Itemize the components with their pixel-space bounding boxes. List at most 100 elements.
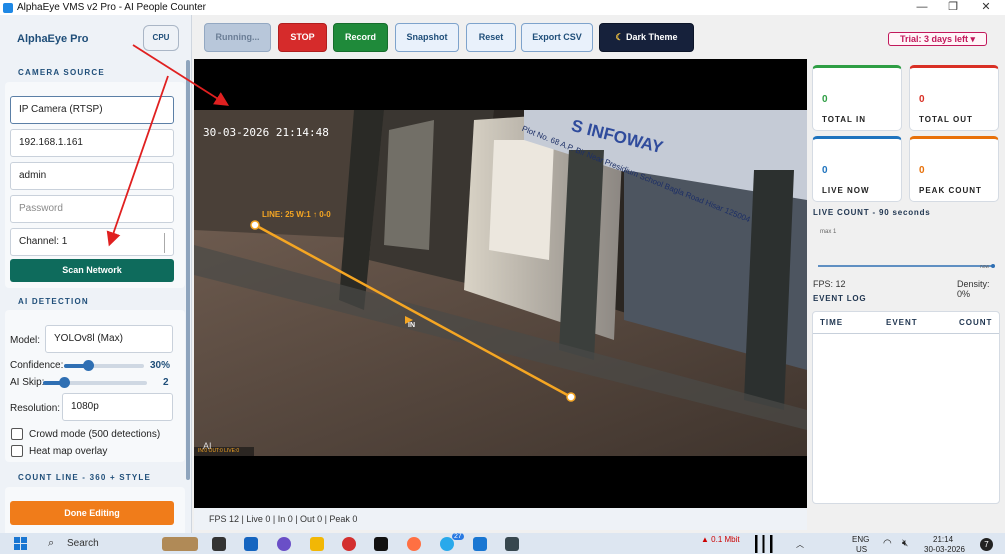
total-in-value: 0	[822, 94, 828, 105]
live-count-line	[818, 264, 995, 268]
widgets-icon[interactable]	[244, 537, 258, 551]
ai-skip-thumb[interactable]	[58, 377, 70, 388]
tradingview-icon[interactable]	[374, 537, 388, 551]
windows-taskbar: ⌕ Search 27 ▲ 0.1 Mbit ︿ ENG US ◠ 🔇︎ 21:…	[0, 533, 1005, 554]
close-button[interactable]: ✕	[972, 0, 1000, 15]
chevron-up-icon[interactable]: ︿	[796, 539, 804, 550]
minimize-button[interactable]: —	[908, 0, 936, 15]
channel-value: Channel: 1	[19, 236, 68, 247]
channel-spinbox[interactable]: Channel: 1	[10, 228, 174, 256]
overlay-counts: IN:0 OUT:0 LIVE:0	[198, 448, 240, 454]
clock-date[interactable]: 30-03-2026	[924, 545, 965, 554]
spinner-arrows[interactable]	[164, 233, 172, 253]
snapshot-button[interactable]: Snapshot	[395, 23, 459, 52]
ai-skip-label: AI Skip:	[10, 377, 45, 388]
window-title: AlphaEye VMS v2 Pro - AI People Counter	[17, 2, 206, 13]
status-bar: FPS 12 | Live 0 | In 0 | Out 0 | Peak 0	[194, 508, 807, 530]
crowd-mode-checkbox-row[interactable]: Crowd mode (500 detections)	[10, 428, 174, 442]
window-title-bar: AlphaEye VMS v2 Pro - AI People Counter …	[0, 0, 1005, 15]
scan-network-button[interactable]: Scan Network	[10, 259, 174, 282]
ai-skip-slider[interactable]	[43, 377, 147, 388]
username-field[interactable]: admin	[10, 162, 174, 190]
cpu-badge[interactable]: CPU	[143, 25, 179, 51]
volume-muted-icon[interactable]: 🔇︎	[902, 538, 908, 549]
confidence-label: Confidence:	[10, 360, 64, 371]
count-line-handle-end	[566, 392, 576, 402]
taskbar-search[interactable]: ⌕ Search	[40, 535, 150, 552]
confidence-slider[interactable]	[64, 360, 144, 371]
notification-badge[interactable]: 7	[980, 538, 993, 551]
lang-us[interactable]: US	[856, 545, 867, 554]
crowd-mode-label: Crowd mode (500 detections)	[29, 429, 161, 440]
count-line-label: LINE: 25 W:1 ↑ 0-0	[262, 210, 331, 219]
confidence-value: 30%	[150, 360, 171, 371]
chart-now-label: now	[980, 264, 990, 270]
heatmap-checkbox[interactable]	[11, 445, 23, 457]
export-csv-button[interactable]: Export CSV	[521, 23, 593, 52]
task-view-icon[interactable]	[212, 537, 226, 551]
total-in-card: 0 TOTAL IN	[812, 65, 902, 131]
event-log-table[interactable]: TIME EVENT COUNT	[812, 311, 1000, 504]
calculator-icon[interactable]	[473, 537, 487, 551]
maximize-button[interactable]: ❐	[939, 0, 967, 15]
peak-count-label: PEAK COUNT	[919, 186, 982, 195]
timestamp-overlay: 30-03-2026 21:14:48	[203, 126, 329, 139]
fps-readout: FPS: 12	[813, 279, 846, 289]
resolution-label: Resolution:	[10, 403, 61, 414]
clock-time[interactable]: 21:14	[933, 535, 953, 544]
file-explorer-icon[interactable]	[310, 537, 324, 551]
live-now-label: LIVE NOW	[822, 186, 870, 195]
reset-button[interactable]: Reset	[466, 23, 516, 52]
moon-icon: ☾	[615, 32, 624, 42]
app-red-icon[interactable]	[342, 537, 356, 551]
live-count-chart: max 1 now	[813, 220, 998, 275]
camera-type-select[interactable]: IP Camera (RTSP)	[10, 96, 174, 124]
video-viewport[interactable]: 30-03-2026 21:14:48 S INFOWAY Plot No. 6…	[194, 59, 807, 508]
live-count-title: LIVE COUNT - 90 seconds	[813, 208, 931, 217]
confidence-thumb[interactable]	[83, 360, 94, 371]
telegram-icon[interactable]	[440, 537, 454, 551]
windows-start-icon[interactable]	[14, 537, 27, 550]
firefox-icon[interactable]	[407, 537, 421, 551]
event-log-title: EVENT LOG	[813, 294, 867, 303]
record-button[interactable]: Record	[333, 23, 388, 52]
heatmap-label: Heat map overlay	[29, 446, 108, 457]
shop-interior	[489, 140, 554, 260]
count-line-handle-start	[250, 220, 260, 230]
peak-count-card: 0 PEAK COUNT	[909, 136, 999, 202]
stop-button[interactable]: STOP	[278, 23, 327, 52]
running-button[interactable]: Running...	[204, 23, 271, 52]
network-graph	[755, 535, 780, 553]
ai-detection-title: AI DETECTION	[18, 297, 89, 306]
in-label: IN	[408, 322, 415, 329]
ai-skip-value: 2	[163, 377, 169, 388]
dark-theme-label: Dark Theme	[626, 32, 678, 42]
camera-frame: 30-03-2026 21:14:48 S INFOWAY Plot No. 6…	[194, 110, 807, 456]
model-select[interactable]: YOLOv8l (Max)	[45, 325, 173, 353]
total-out-label: TOTAL OUT	[919, 115, 973, 124]
header-divider	[813, 333, 999, 334]
camera-source-title: CAMERA SOURCE	[18, 68, 105, 77]
heatmap-checkbox-row[interactable]: Heat map overlay	[10, 445, 174, 459]
dark-theme-button[interactable]: ☾ Dark Theme	[599, 23, 694, 52]
search-icon: ⌕	[48, 537, 55, 549]
active-app-icon[interactable]	[505, 537, 519, 551]
rolling-shutter	[384, 120, 434, 250]
trial-badge[interactable]: Trial: 3 days left ▾	[888, 32, 987, 46]
resolution-select[interactable]: 1080p	[62, 393, 173, 421]
density-readout: Density: 0%	[957, 279, 990, 299]
chat-icon[interactable]	[277, 537, 291, 551]
ip-address-field[interactable]: 192.168.1.161	[10, 129, 174, 157]
network-upload: ▲ 0.1 Mbit	[701, 535, 740, 544]
lang-eng[interactable]: ENG	[852, 535, 869, 544]
crowd-mode-checkbox[interactable]	[11, 428, 23, 440]
col-count: COUNT	[959, 318, 993, 327]
col-time: TIME	[820, 318, 844, 327]
sidebar-scrollbar[interactable]	[186, 60, 190, 480]
peak-count-value: 0	[919, 165, 925, 176]
telegram-badge: 27	[452, 533, 464, 540]
weather-widget-icon[interactable]	[162, 537, 198, 551]
password-field[interactable]: Password	[10, 195, 174, 223]
wifi-icon[interactable]: ◠	[883, 538, 892, 549]
done-editing-button[interactable]: Done Editing	[10, 501, 174, 525]
